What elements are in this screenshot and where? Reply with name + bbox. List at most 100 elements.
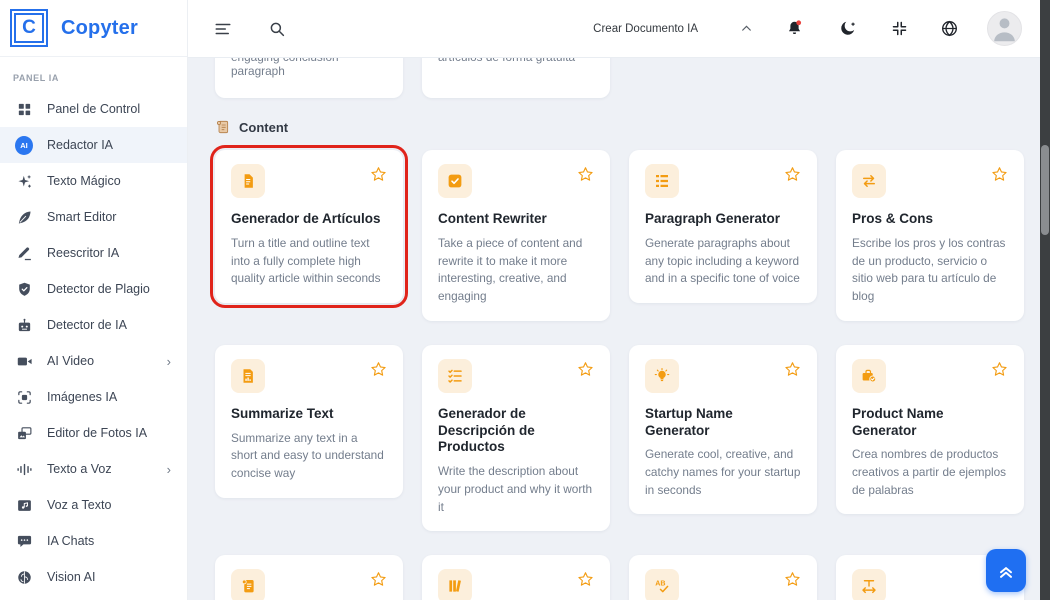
scrollbar-track[interactable] bbox=[1040, 0, 1050, 600]
star-icon[interactable] bbox=[370, 571, 387, 593]
star-icon[interactable] bbox=[577, 571, 594, 593]
sidebar-item-texto-magico[interactable]: Texto Mágico bbox=[0, 163, 187, 199]
sidebar-item-vision-ai[interactable]: Vision AI bbox=[0, 559, 187, 595]
sidebar-item-editor-de-fotos-ia[interactable]: Editor de Fotos IA bbox=[0, 415, 187, 451]
star-icon[interactable] bbox=[370, 361, 387, 383]
sidebar-item-detector-de-plagio[interactable]: Detector de Plagio bbox=[0, 271, 187, 307]
sidebar-item-reescritor-ia[interactable]: Reescritor IA bbox=[0, 235, 187, 271]
tool-card-paragraph-generator[interactable]: Paragraph Generator Generate paragraphs … bbox=[629, 150, 817, 303]
sidebar-item-label: IA Chats bbox=[47, 534, 94, 548]
star-icon[interactable] bbox=[577, 166, 594, 188]
top-header: Crear Documento IA bbox=[188, 0, 1040, 57]
star-icon[interactable] bbox=[370, 166, 387, 188]
logo-mark: C bbox=[10, 9, 48, 47]
summary-doc-icon bbox=[231, 359, 265, 393]
card-description: Generate cool, creative, and catchy name… bbox=[645, 446, 801, 499]
vision-icon bbox=[15, 568, 33, 586]
scrollbar-thumb[interactable] bbox=[1041, 145, 1049, 235]
tool-card-product-name-generator[interactable]: Product Name Generator Crea nombres de p… bbox=[836, 345, 1024, 515]
menu-icon[interactable] bbox=[214, 20, 232, 38]
tool-card-summarize-text[interactable]: Summarize Text Summarize any text in a s… bbox=[215, 345, 403, 498]
books-icon bbox=[438, 569, 472, 600]
chevron-up-icon[interactable] bbox=[740, 22, 753, 35]
partial-card-row: engaging conclusion paragraph artículos … bbox=[215, 57, 1040, 98]
tool-card-pros-cons[interactable]: Pros & Cons Escribe los pros y los contr… bbox=[836, 150, 1024, 321]
avatar[interactable] bbox=[987, 11, 1022, 46]
video-icon bbox=[15, 352, 33, 370]
chat-icon bbox=[15, 532, 33, 550]
star-icon[interactable] bbox=[784, 166, 801, 188]
grammar-check-icon: AB bbox=[645, 569, 679, 600]
sidebar-item-label: Panel de Control bbox=[47, 102, 140, 116]
sidebar-item-label: Reescritor IA bbox=[47, 246, 119, 260]
image-scan-icon bbox=[15, 388, 33, 406]
tools-grid: Generador de Artículos Turn a title and … bbox=[215, 150, 1040, 600]
bell-icon[interactable] bbox=[785, 19, 804, 38]
sidebar-item-label: Detector de Plagio bbox=[47, 282, 150, 296]
card-title: Generador de Descripción de Productos bbox=[438, 406, 594, 457]
sidebar-item-label: Texto a Voz bbox=[47, 462, 112, 476]
card-title: Content Rewriter bbox=[438, 211, 594, 228]
tool-card-corrector-gramatical[interactable]: AB Corrector Gramatical Asegúrese de que… bbox=[629, 555, 817, 600]
sidebar-item-label: Voz a Texto bbox=[47, 498, 111, 512]
card-description: Turn a title and outline text into a ful… bbox=[231, 235, 387, 288]
sidebar-section-label: PANEL IA bbox=[0, 57, 187, 91]
card-title: Pros & Cons bbox=[852, 211, 1008, 228]
chevron-right-icon: › bbox=[167, 462, 171, 477]
paragraph-list-icon bbox=[645, 164, 679, 198]
sidebar-item-voz-a-texto[interactable]: Voz a Texto bbox=[0, 487, 187, 523]
card-title: Paragraph Generator bbox=[645, 211, 801, 228]
svg-text:AB: AB bbox=[655, 580, 665, 588]
lightbulb-icon bbox=[645, 359, 679, 393]
star-icon[interactable] bbox=[991, 166, 1008, 188]
star-icon[interactable] bbox=[784, 571, 801, 593]
brand-name: Copyter bbox=[61, 17, 138, 40]
compress-icon[interactable] bbox=[891, 20, 908, 37]
tool-card-generador-de-ensayos[interactable]: Generador de Ensayos Crea ensayos académ… bbox=[215, 555, 403, 600]
sidebar-item-label: Detector de IA bbox=[47, 318, 127, 332]
scroll-to-top-button[interactable] bbox=[986, 549, 1026, 592]
sidebar-item-imagenes-ia[interactable]: Imágenes IA bbox=[0, 379, 187, 415]
tool-card-startup-name-generator[interactable]: Startup Name Generator Generate cool, cr… bbox=[629, 345, 817, 515]
star-icon[interactable] bbox=[784, 361, 801, 383]
partial-card[interactable]: engaging conclusion paragraph bbox=[215, 57, 403, 98]
card-description: Escribe los pros y los contras de un pro… bbox=[852, 235, 1008, 306]
swap-arrows-icon bbox=[852, 164, 886, 198]
sidebar-item-panel-de-control[interactable]: Panel de Control bbox=[0, 91, 187, 127]
globe-icon[interactable] bbox=[940, 19, 959, 38]
sidebar: C Copyter PANEL IA Panel de Control AI R… bbox=[0, 0, 188, 600]
tool-card-generador-de-historias[interactable]: Generador de Historias Permita que la IA… bbox=[422, 555, 610, 600]
partial-card[interactable]: artículos de forma gratuita bbox=[422, 57, 610, 98]
waveform-icon bbox=[15, 460, 33, 478]
ai-chip-icon: AI bbox=[15, 136, 33, 154]
sidebar-item-label: Editor de Fotos IA bbox=[47, 426, 147, 440]
sidebar-item-redactor-ia[interactable]: AI Redactor IA bbox=[0, 127, 187, 163]
sidebar-item-texto-a-voz[interactable]: Texto a Voz › bbox=[0, 451, 187, 487]
search-icon[interactable] bbox=[268, 20, 286, 38]
card-title: Generador de Artículos bbox=[231, 211, 387, 228]
sidebar-item-label: Vision AI bbox=[47, 570, 95, 584]
card-description: Write the description about your product… bbox=[438, 463, 594, 516]
tool-card-generador-de-articulos[interactable]: Generador de Artículos Turn a title and … bbox=[215, 150, 403, 303]
card-title: Summarize Text bbox=[231, 406, 387, 423]
card-description: Generate paragraphs about any topic incl… bbox=[645, 235, 801, 288]
shield-check-icon bbox=[15, 280, 33, 298]
sidebar-item-smart-editor[interactable]: Smart Editor bbox=[0, 199, 187, 235]
tool-card-content-rewriter[interactable]: Content Rewriter Take a piece of content… bbox=[422, 150, 610, 321]
pencil-icon bbox=[15, 244, 33, 262]
sidebar-item-ia-chats[interactable]: IA Chats bbox=[0, 523, 187, 559]
document-icon bbox=[231, 164, 265, 198]
sidebar-item-ai-video[interactable]: AI Video › bbox=[0, 343, 187, 379]
create-document-button[interactable]: Crear Documento IA bbox=[593, 23, 698, 35]
tool-card-generador-descripcion-productos[interactable]: Generador de Descripción de Productos Wr… bbox=[422, 345, 610, 532]
quill-icon bbox=[15, 208, 33, 226]
double-chevron-up-icon bbox=[996, 561, 1016, 581]
checklist-icon bbox=[438, 359, 472, 393]
star-icon[interactable] bbox=[577, 361, 594, 383]
logo[interactable]: C Copyter bbox=[0, 0, 187, 57]
star-icon[interactable] bbox=[991, 361, 1008, 383]
sidebar-item-label: Redactor IA bbox=[47, 138, 113, 152]
sidebar-item-detector-de-ia[interactable]: Detector de IA bbox=[0, 307, 187, 343]
copyter-app: C Copyter PANEL IA Panel de Control AI R… bbox=[0, 0, 1050, 600]
moon-icon[interactable] bbox=[838, 19, 857, 38]
